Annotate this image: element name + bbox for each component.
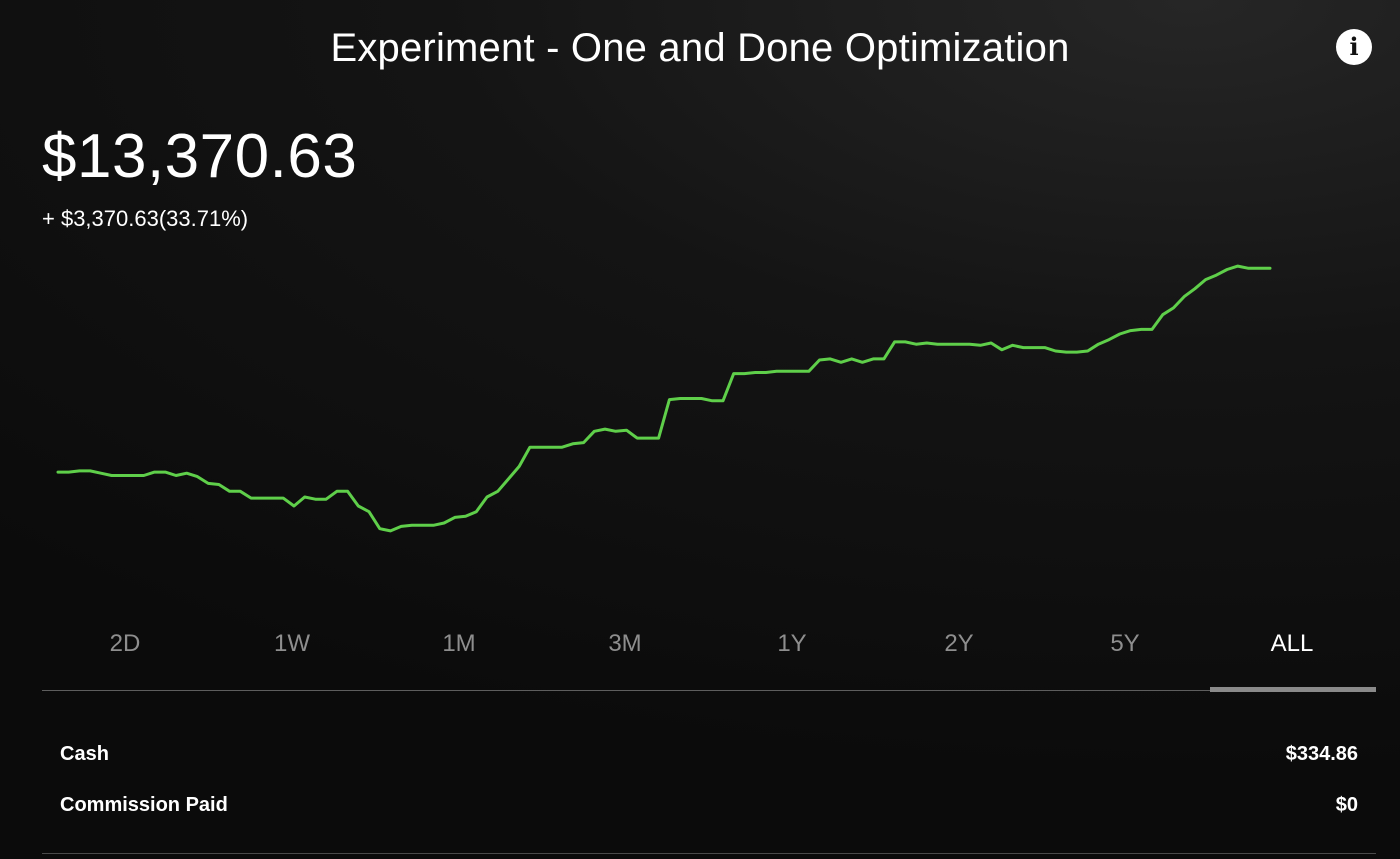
range-selector: 2D 1W 1M 3M 1Y 2Y 5Y ALL	[42, 630, 1376, 670]
cash-label: Cash	[60, 743, 109, 765]
tab-3m[interactable]: 3M	[575, 630, 675, 658]
tab-1w[interactable]: 1W	[242, 630, 342, 658]
cash-value: $334.86	[1285, 743, 1358, 765]
tab-5y[interactable]: 5Y	[1075, 630, 1175, 658]
portfolio-value-line	[56, 264, 1272, 533]
tab-all[interactable]: ALL	[1242, 630, 1342, 658]
tab-2d[interactable]: 2D	[75, 630, 175, 658]
commission-value: $0	[1335, 794, 1358, 816]
commission-label: Commission Paid	[60, 794, 228, 816]
portfolio-line-chart	[56, 264, 1272, 533]
stats-divider	[42, 853, 1376, 854]
active-tab-indicator	[1210, 687, 1376, 692]
tab-1m[interactable]: 1M	[409, 630, 509, 658]
tab-1y[interactable]: 1Y	[742, 630, 842, 658]
range-divider	[42, 690, 1376, 691]
tab-2y[interactable]: 2Y	[909, 630, 1009, 658]
